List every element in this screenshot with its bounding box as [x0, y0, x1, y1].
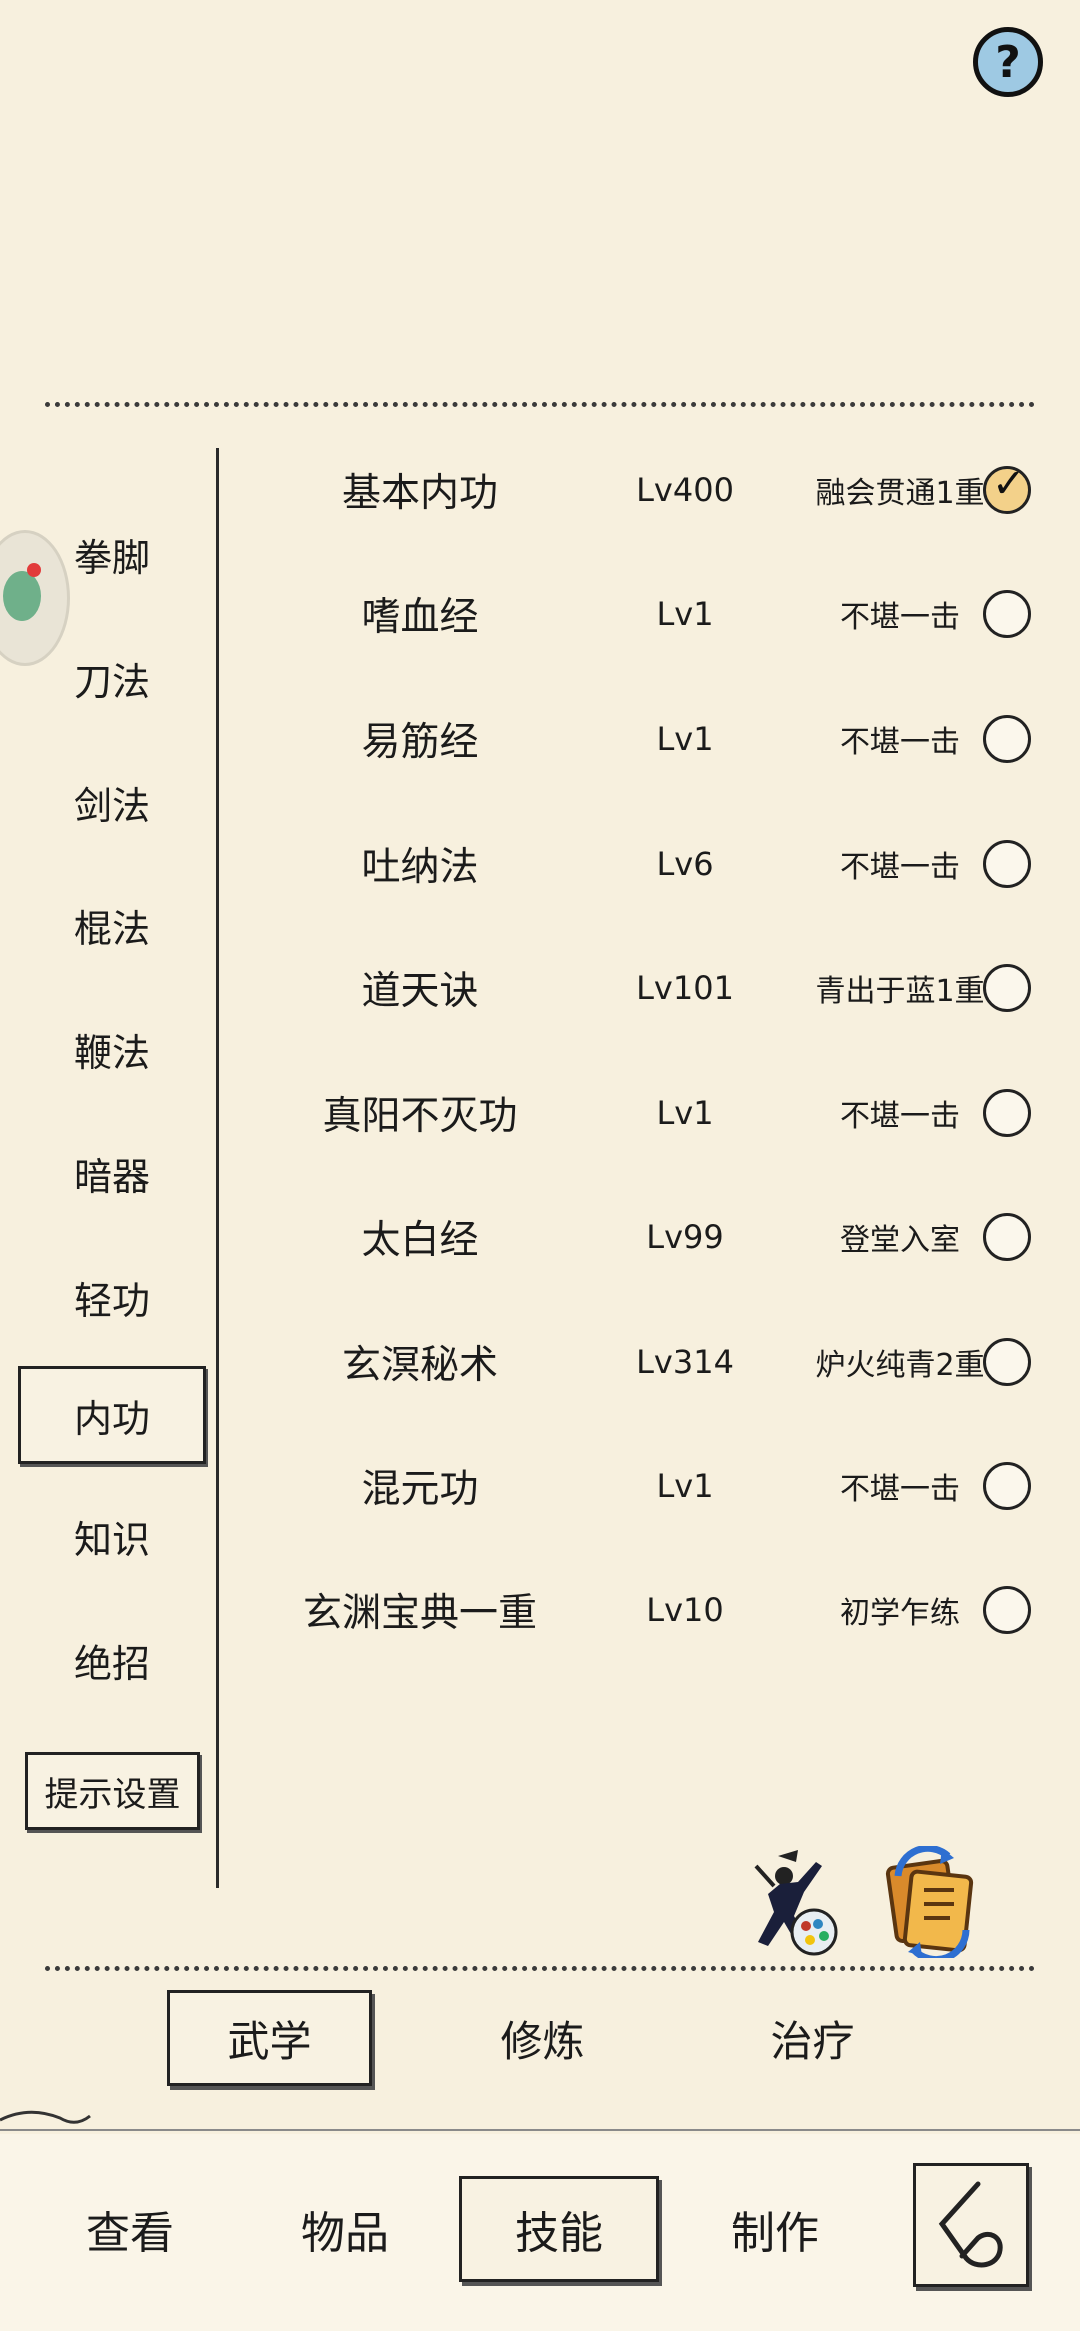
category-item-bianfa[interactable]: 鞭法	[18, 1002, 206, 1096]
category-item-juezhao[interactable]: 绝招	[18, 1613, 206, 1707]
category-item-jianfa[interactable]: 剑法	[18, 755, 206, 849]
skill-book-swap-icon[interactable]	[878, 1846, 984, 1958]
category-label: 知识	[73, 1517, 150, 1562]
category-label: 剑法	[73, 783, 150, 828]
equip-radio[interactable]	[983, 964, 1031, 1012]
nav-label: 查看	[86, 2208, 174, 2259]
skill-row[interactable]: 易筋经 Lv1 不堪一击	[220, 677, 1080, 801]
skill-row[interactable]: 嗜血经 Lv1 不堪一击	[220, 552, 1080, 676]
bottom-divider	[45, 1966, 1035, 1971]
category-item-anqi[interactable]: 暗器	[18, 1126, 206, 1220]
equip-radio[interactable]	[983, 715, 1031, 763]
top-divider	[45, 402, 1035, 407]
equip-radio[interactable]	[983, 1462, 1031, 1510]
equip-radio[interactable]	[983, 1338, 1031, 1386]
nav-label: 制作	[731, 2208, 819, 2259]
skill-row[interactable]: 混元功 Lv1 不堪一击	[220, 1424, 1080, 1548]
skill-row[interactable]: 吐纳法 Lv6 不堪一击	[220, 802, 1080, 926]
category-label: 绝招	[73, 1641, 150, 1686]
cloud-divider	[0, 2110, 1080, 2131]
equip-radio[interactable]	[983, 840, 1031, 888]
sidebar-divider	[216, 448, 219, 1888]
tab-wuxue[interactable]: 武学	[167, 1990, 372, 2086]
equip-radio[interactable]	[983, 1586, 1031, 1634]
category-item-gunfa[interactable]: 棍法	[18, 878, 206, 972]
skill-row[interactable]: 太白经 Lv99 登堂入室	[220, 1175, 1080, 1299]
nav-zhizuo[interactable]: 制作	[675, 2176, 875, 2282]
nav-label: 技能	[515, 2208, 603, 2259]
category-item-daofa[interactable]: 刀法	[18, 631, 206, 725]
equip-radio[interactable]	[983, 590, 1031, 638]
skill-row[interactable]: 道天诀 Lv101 青出于蓝1重	[220, 926, 1080, 1050]
tab-label: 武学	[227, 2016, 312, 2066]
tab-label: 修炼	[500, 2016, 585, 2066]
tab-label: 治疗	[770, 2016, 855, 2066]
nav-label: 物品	[301, 2208, 389, 2259]
category-label: 鞭法	[73, 1030, 150, 1075]
help-button[interactable]: ?	[973, 27, 1043, 97]
category-label: 刀法	[73, 659, 150, 704]
category-label: 暗器	[73, 1154, 150, 1199]
back-arrow-icon	[938, 2181, 1003, 2268]
nav-chakan[interactable]: 查看	[30, 2176, 230, 2282]
question-icon: ?	[995, 36, 1021, 88]
tab-xiulian[interactable]: 修炼	[440, 1990, 645, 2086]
back-button[interactable]	[913, 2163, 1029, 2287]
tip-settings-label: 提示设置	[44, 1774, 181, 1815]
category-item-neigong[interactable]: 内功	[18, 1366, 206, 1464]
skill-row[interactable]: 真阳不灭功 Lv1 不堪一击	[220, 1051, 1080, 1175]
equip-radio[interactable]	[983, 1089, 1031, 1137]
category-item-qinggong[interactable]: 轻功	[18, 1250, 206, 1344]
skill-row[interactable]: 玄溟秘术 Lv314 炉火纯青2重	[220, 1300, 1080, 1424]
skill-row[interactable]: 玄渊宝典一重 Lv10 初学乍练	[220, 1548, 1080, 1672]
tip-settings-button[interactable]: 提示设置	[25, 1752, 200, 1830]
equip-radio[interactable]	[983, 1213, 1031, 1261]
category-item-zhishi[interactable]: 知识	[18, 1489, 206, 1583]
category-label: 轻功	[73, 1278, 150, 1323]
category-label: 拳脚	[73, 535, 150, 580]
skill-row[interactable]: 基本内功 Lv400 融会贯通1重	[220, 428, 1080, 552]
category-item-quanjiao[interactable]: 拳脚	[18, 507, 206, 601]
tab-zhiliao[interactable]: 治疗	[710, 1990, 915, 2086]
category-label: 棍法	[73, 906, 150, 951]
nav-jineng[interactable]: 技能	[459, 2176, 659, 2282]
nav-wupin[interactable]: 物品	[245, 2176, 445, 2282]
equip-radio-checked[interactable]	[983, 461, 1031, 514]
category-label: 内功	[73, 1396, 150, 1441]
martial-artist-icon[interactable]	[738, 1846, 844, 1958]
